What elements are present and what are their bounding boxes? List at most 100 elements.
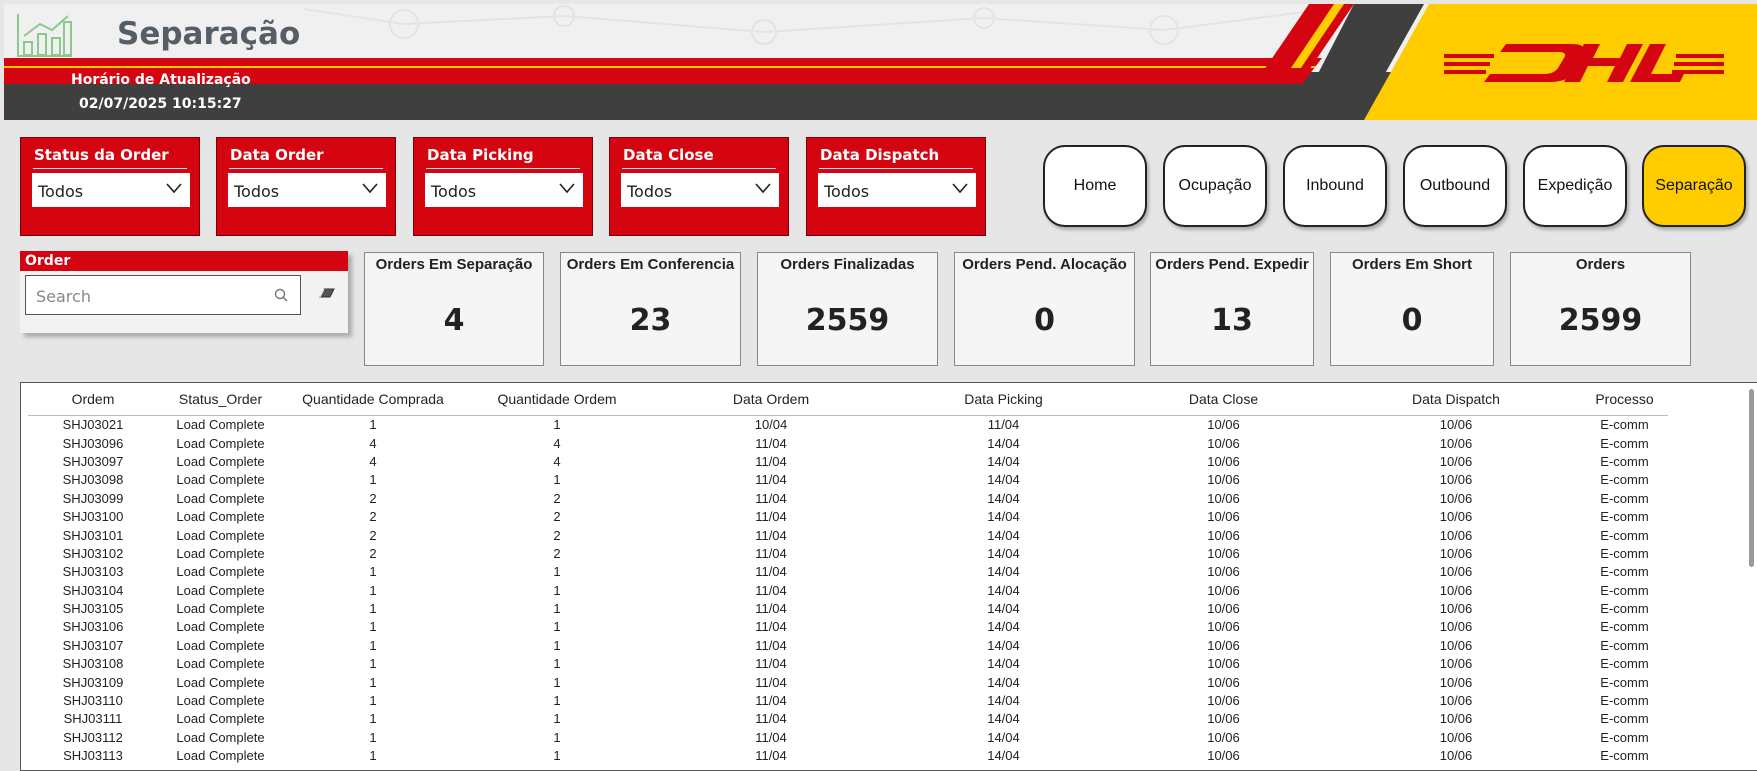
data-close-dropdown[interactable]: Todos: [621, 173, 779, 207]
table-row[interactable]: SHJ03021 Load Complete 1 1 10/04 11/04 10/06 10…: [28, 416, 1668, 435]
table-cell: 10/06: [1439, 637, 1473, 653]
nav-ocupacao-button[interactable]: Ocupação: [1163, 145, 1267, 227]
table-cell: 2: [369, 490, 377, 506]
column-header[interactable]: Data Dispatch: [1331, 383, 1581, 416]
table-cell: Load Complete: [176, 619, 265, 635]
table-cell: 14/04: [987, 545, 1020, 561]
column-header[interactable]: Processo: [1581, 383, 1668, 416]
nav-expedicao-button[interactable]: Expedição: [1523, 145, 1627, 227]
nav-home-button[interactable]: Home: [1043, 145, 1147, 227]
table-cell: 1: [553, 601, 561, 617]
table-cell: 10/04: [754, 417, 788, 433]
search-icon[interactable]: [274, 288, 288, 302]
column-header[interactable]: Status_Order: [158, 383, 283, 416]
table-row[interactable]: SHJ03096 Load Complete 4 4 11/04 14/04 10/06 10…: [28, 434, 1668, 452]
table-cell: Load Complete: [176, 472, 265, 488]
vertical-scrollbar[interactable]: [1749, 389, 1754, 567]
table-row[interactable]: SHJ03100 Load Complete 2 2 11/04 14/04 10/06 10…: [28, 508, 1668, 526]
table-cell: 14/04: [987, 527, 1020, 543]
table-row[interactable]: SHJ03109 Load Complete 1 1 11/04 14/04 10/06 10…: [28, 673, 1668, 691]
update-time-value: 02/07/2025 10:15:27: [79, 96, 242, 112]
table-cell: 14/04: [987, 729, 1020, 745]
kpi-value: 13: [1211, 303, 1253, 338]
table-cell: E-comm: [1600, 417, 1649, 433]
table-row[interactable]: SHJ03106 Load Complete 1 1 11/04 14/04 10/06 10…: [28, 618, 1668, 636]
table-row[interactable]: SHJ03098 Load Complete 1 1 11/04 14/04 10/06 10…: [28, 471, 1668, 489]
nav-inbound-button[interactable]: Inbound: [1283, 145, 1387, 227]
table-cell: 10/06: [1207, 729, 1240, 745]
table-cell: Load Complete: [176, 656, 265, 672]
table-row[interactable]: SHJ03099 Load Complete 2 2 11/04 14/04 10/06 10…: [28, 490, 1668, 508]
table-cell: 10/06: [1207, 619, 1240, 635]
table-cell: E-comm: [1600, 527, 1649, 543]
table-cell: SHJ03106: [62, 619, 124, 635]
divider: [622, 168, 776, 169]
kpi-orders-finalizadas: Orders Finalizadas 2559: [757, 252, 938, 366]
filter-data-picking: Data Picking Todos: [413, 137, 593, 236]
column-header[interactable]: Quantidade Comprada: [283, 383, 463, 416]
column-header[interactable]: Data Close: [1116, 383, 1331, 416]
table-row[interactable]: SHJ03102 Load Complete 2 2 11/04 14/04 10/06 10…: [28, 545, 1668, 563]
table-cell: 1: [553, 748, 561, 764]
kpi-orders-total: Orders 2599: [1510, 252, 1691, 366]
eraser-icon: [319, 288, 335, 298]
table-cell: Load Complete: [176, 490, 265, 506]
table-cell: 10/06: [1439, 509, 1473, 525]
table-cell: 14/04: [987, 656, 1020, 672]
table-cell: 10/06: [1439, 729, 1473, 745]
column-header[interactable]: Data Picking: [891, 383, 1116, 416]
table-cell: 1: [369, 472, 377, 488]
data-dispatch-dropdown[interactable]: Todos: [818, 173, 976, 207]
nav-separacao-button[interactable]: Separação: [1642, 145, 1746, 227]
kpi-value: 2599: [1558, 303, 1643, 338]
order-search-input[interactable]: Search: [25, 275, 301, 315]
table-cell: 2: [369, 527, 377, 543]
table-row[interactable]: SHJ03111 Load Complete 1 1 11/04 14/04 10/06 10…: [28, 710, 1668, 728]
table-cell: 14/04: [987, 472, 1020, 488]
table-cell: 11/04: [755, 472, 787, 488]
table-cell: 11/04: [755, 674, 787, 690]
table-cell: 1: [553, 656, 561, 672]
column-header[interactable]: Quantidade Ordem: [463, 383, 651, 416]
kpi-title: Orders Pend. Expedir: [1155, 256, 1309, 273]
data-order-dropdown[interactable]: Todos: [228, 173, 386, 207]
table-cell: Load Complete: [176, 674, 265, 690]
order-search-slicer: Order Search: [20, 251, 348, 333]
filter-label: Status da Order: [34, 146, 169, 164]
column-header[interactable]: Data Ordem: [651, 383, 891, 416]
kpi-title: Orders: [1575, 256, 1626, 273]
status-order-dropdown[interactable]: Todos: [32, 173, 190, 207]
table-cell: Load Complete: [176, 693, 265, 709]
chevron-down-icon: [952, 183, 968, 194]
table-cell: SHJ03096: [62, 435, 124, 451]
table-row[interactable]: SHJ03105 Load Complete 1 1 11/04 14/04 10/06 10…: [28, 600, 1668, 618]
dropdown-value: Todos: [431, 182, 477, 201]
table-cell: E-comm: [1600, 674, 1649, 690]
clear-search-button[interactable]: [309, 275, 345, 315]
table-cell: 1: [553, 619, 561, 635]
table-row[interactable]: SHJ03097 Load Complete 4 4 11/04 14/04 10/06 10…: [28, 453, 1668, 471]
filter-data-close: Data Close Todos: [609, 137, 789, 236]
table-cell: 10/06: [1207, 490, 1240, 506]
kpi-title: Orders Finalizadas: [780, 256, 915, 273]
column-header[interactable]: Ordem: [28, 383, 158, 416]
table-row[interactable]: SHJ03101 Load Complete 2 2 11/04 14/04 10/06 10…: [28, 526, 1668, 544]
kpi-value: 2559: [805, 303, 890, 338]
table-row[interactable]: SHJ03110 Load Complete 1 1 11/04 14/04 10/06 10…: [28, 692, 1668, 710]
table-row[interactable]: SHJ03112 Load Complete 1 1 11/04 14/04 10/06 10…: [28, 729, 1668, 747]
data-picking-dropdown[interactable]: Todos: [425, 173, 583, 207]
table-row[interactable]: SHJ03108 Load Complete 1 1 11/04 14/04 10/06 10…: [28, 655, 1668, 673]
table-row[interactable]: SHJ03103 Load Complete 1 1 11/04 14/04 10/06 10…: [28, 563, 1668, 581]
table-cell: 11/04: [755, 527, 787, 543]
table-cell: Load Complete: [176, 564, 265, 580]
nav-outbound-button[interactable]: Outbound: [1403, 145, 1507, 227]
chevron-down-icon: [362, 183, 378, 194]
table-row[interactable]: SHJ03104 Load Complete 1 1 11/04 14/04 10/06 10…: [28, 582, 1668, 600]
divider: [33, 168, 187, 169]
table-row[interactable]: SHJ03107 Load Complete 1 1 11/04 14/04 10/06 10…: [28, 637, 1668, 655]
table-cell: 10/06: [1207, 601, 1240, 617]
table-cell: 10/06: [1207, 527, 1240, 543]
table-header-row: Ordem Status_Order Quantidade Comprada Quan…: [28, 383, 1668, 416]
table-row[interactable]: SHJ03113 Load Complete 1 1 11/04 14/04 10/06 10…: [28, 747, 1668, 765]
table-cell: 11/04: [755, 693, 787, 709]
